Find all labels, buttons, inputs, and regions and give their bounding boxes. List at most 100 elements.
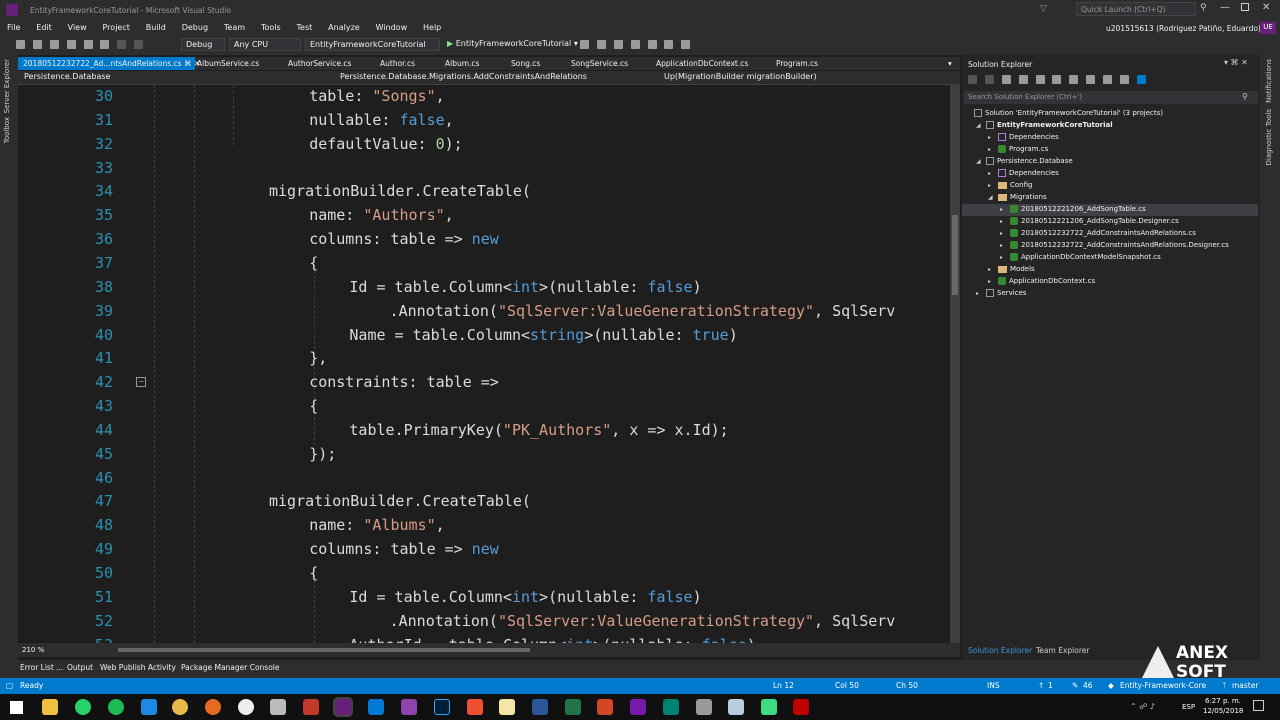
code-line[interactable]: { (309, 397, 318, 415)
home-icon[interactable] (1001, 75, 1011, 84)
menu-test[interactable]: Test (297, 23, 313, 32)
pin-icon[interactable]: ⌘ (184, 59, 192, 68)
collapsed-arrow-icon[interactable]: ▸ (976, 290, 979, 297)
code-line[interactable]: name: "Authors", (309, 206, 454, 224)
member-dropdown[interactable]: Up(MigrationBuilder migrationBuilder) (660, 71, 950, 84)
tab-author[interactable]: Author.cs (380, 57, 415, 70)
tab-program[interactable]: Program.cs (776, 57, 818, 70)
solution-tree-item[interactable]: 20180512232722_AddConstraintsAndRelation… (1010, 229, 1196, 237)
settings-icon[interactable] (270, 699, 286, 715)
tab-team-explorer[interactable]: Team Explorer (1036, 646, 1089, 655)
close-button[interactable]: ✕ (1262, 2, 1270, 13)
spotify-icon[interactable] (108, 699, 124, 715)
forward-icon[interactable] (32, 40, 42, 49)
class-dropdown[interactable]: Persistence.Database.Migrations.AddConst… (336, 71, 656, 84)
start-button[interactable]: ▶ EntityFrameworkCoreTutorial ▾ (447, 39, 578, 48)
powerpoint-icon[interactable] (597, 699, 613, 715)
visual-studio-2-icon[interactable] (401, 699, 417, 715)
whatsapp-icon[interactable] (75, 699, 91, 715)
network-tool-icon[interactable] (696, 699, 712, 715)
pin-panel-icon[interactable]: ▾ ⌘ ✕ (1224, 58, 1248, 67)
sync-icon[interactable] (1052, 75, 1062, 84)
android-icon[interactable] (761, 699, 777, 715)
solution-tree-item[interactable]: Solution 'EntityFrameworkCoreTutorial' (… (974, 109, 1163, 117)
solution-tree-item[interactable]: 20180512221206_AddSongTable.Designer.cs (1010, 217, 1179, 225)
clock-time[interactable]: 6:27 p. m. (1205, 697, 1241, 705)
branch-name[interactable]: master (1232, 681, 1258, 690)
solution-search-input[interactable]: Search Solution Explorer (Ctrl+') (964, 91, 1258, 104)
code-line[interactable]: name: "Albums", (309, 516, 444, 534)
solution-tree-item[interactable]: 20180512232722_AddConstraintsAndRelation… (1010, 241, 1229, 249)
back-icon[interactable] (968, 75, 977, 84)
scroll-thumb-horizontal[interactable] (118, 648, 530, 652)
project-dropdown[interactable]: Persistence.Database (20, 71, 330, 84)
maximize-button[interactable] (1241, 3, 1249, 11)
code-line[interactable]: }, (309, 349, 327, 367)
expanded-arrow-icon[interactable]: ◢ (976, 122, 981, 129)
tab-package-manager-console[interactable]: Package Manager Console (181, 663, 280, 672)
collapsed-arrow-icon[interactable]: ▸ (988, 134, 991, 141)
scroll-thumb[interactable] (952, 215, 958, 295)
unpushed-icon[interactable]: ↑ (1038, 681, 1044, 690)
solution-tree-item[interactable]: Services (986, 289, 1027, 297)
menu-file[interactable]: File (7, 23, 20, 32)
notifications-tab[interactable]: Notifications (1265, 59, 1273, 103)
undo-icon[interactable] (117, 40, 127, 49)
collapsed-arrow-icon[interactable]: ▸ (1000, 242, 1003, 249)
comment-icon[interactable] (630, 40, 640, 49)
save-icon[interactable] (83, 40, 93, 49)
tab-web-publish-activity[interactable]: Web Publish Activity (100, 663, 176, 672)
bookmark-icon[interactable] (613, 40, 623, 49)
expanded-arrow-icon[interactable]: ◢ (988, 194, 993, 201)
code-line[interactable]: Id = table.Column<int>(nullable: false) (349, 278, 701, 296)
solution-tree-item[interactable]: Models (998, 265, 1035, 273)
windows-start-icon[interactable] (10, 701, 23, 714)
menu-build[interactable]: Build (146, 23, 166, 32)
tab-output[interactable]: Output (67, 663, 93, 672)
clock-date[interactable]: 12/05/2018 (1203, 707, 1243, 715)
code-line[interactable]: .Annotation("SqlServer:ValueGenerationSt… (390, 612, 896, 630)
browser-icon[interactable] (580, 40, 589, 49)
code-line[interactable]: { (309, 564, 318, 582)
repo-icon[interactable]: ◆ (1108, 681, 1114, 690)
menu-view[interactable]: View (68, 23, 87, 32)
collapse-all-icon[interactable] (1086, 75, 1096, 84)
tab-album[interactable]: Album.cs (445, 57, 479, 70)
tab-solution-explorer[interactable]: Solution Explorer (968, 646, 1032, 655)
pending-changes-icon[interactable] (1035, 75, 1045, 84)
solution-tree-item[interactable]: Dependencies (998, 133, 1059, 141)
edge-icon[interactable] (141, 699, 157, 715)
preview-icon[interactable] (1136, 75, 1146, 84)
code-line[interactable]: nullable: false, (309, 111, 454, 129)
code-line[interactable]: migrationBuilder.CreateTable( (269, 492, 531, 510)
forward-icon[interactable] (984, 75, 994, 84)
diagnostic-tools-tab[interactable]: Diagnostic Tools (1265, 109, 1273, 165)
onenote-icon[interactable] (630, 699, 646, 715)
code-line[interactable]: { (309, 254, 318, 272)
solution-tree-item[interactable]: Config (998, 181, 1032, 189)
configuration-select[interactable]: Debug (181, 38, 225, 51)
menu-analyze[interactable]: Analyze (328, 23, 360, 32)
step-icon[interactable] (596, 40, 606, 49)
collapse-region-icon[interactable]: − (136, 377, 146, 387)
redo-icon[interactable] (134, 40, 144, 49)
code-line[interactable]: constraints: table => (309, 373, 499, 391)
switch-views-icon[interactable] (1018, 75, 1028, 84)
visual-studio-icon[interactable] (333, 697, 353, 717)
tab-overflow-icon[interactable]: ▾ (948, 57, 952, 70)
edits-icon[interactable]: ✎ (1072, 681, 1078, 690)
solution-tree-item[interactable]: Dependencies (998, 169, 1059, 177)
notifications-icon[interactable] (1253, 700, 1264, 711)
code-line[interactable]: table.PrimaryKey("PK_Authors", x => x.Id… (349, 421, 728, 439)
code-line[interactable]: table: "Songs", (309, 87, 444, 105)
zoom-level[interactable]: 210 % (22, 646, 44, 654)
quick-launch-input[interactable]: Quick Launch (Ctrl+Q) (1076, 2, 1196, 16)
tab-migration[interactable]: 20180512232722_Ad...ntsAndRelations.cs ⌘… (18, 57, 200, 70)
menu-tools[interactable]: Tools (261, 23, 281, 32)
branch-icon[interactable]: ᛉ (1222, 681, 1227, 690)
collapsed-arrow-icon[interactable]: ▸ (988, 278, 991, 285)
code-line[interactable]: Name = table.Column<string>(nullable: tr… (349, 326, 737, 344)
collapsed-arrow-icon[interactable]: ▸ (988, 146, 991, 153)
user-name[interactable]: u201515613 (Rodriguez Patiño, Eduardo) (1106, 24, 1261, 33)
filter-icon[interactable]: ▽ (1040, 4, 1047, 14)
